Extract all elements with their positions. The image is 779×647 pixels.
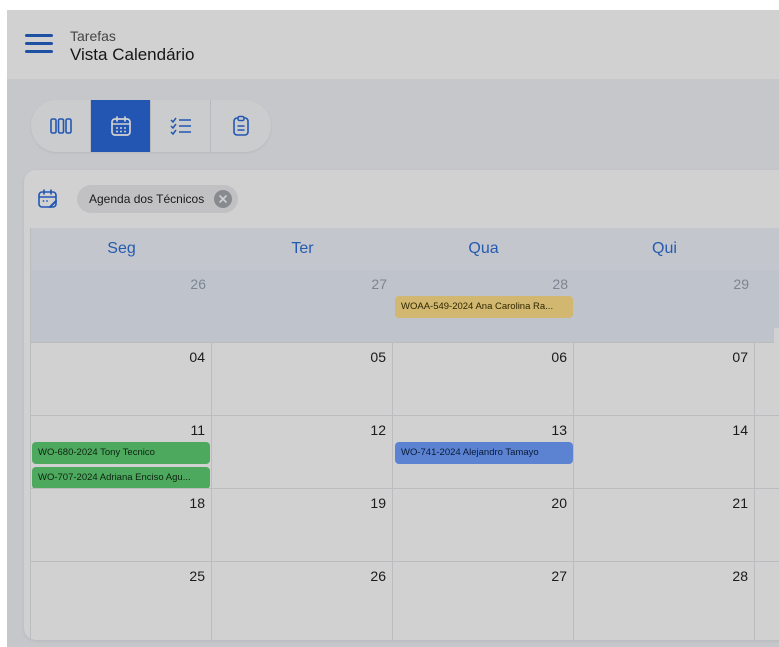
weekday-header: Qui [652,240,677,257]
day-cell[interactable]: 07 [574,343,755,415]
clipboard-icon [233,115,249,136]
date-number: 05 [370,349,386,365]
day-cell[interactable]: 14 [574,416,755,488]
checklist-view-button[interactable] [151,100,211,152]
checklist-icon [169,117,191,136]
board-view-button[interactable] [31,100,91,152]
day-cell[interactable]: 27 [212,270,393,342]
date-number: 29 [733,276,749,292]
date-number: 14 [732,422,748,438]
app-window: Tarefas Vista Calendário Agenda dos Técn… [7,10,779,647]
view-toggle-toolbar [31,100,271,152]
hamburger-menu-icon[interactable] [25,32,53,56]
calendar-icon [110,116,131,136]
weekday-header: Qua [468,240,499,257]
page-title: Vista Calendário [70,45,195,64]
week-row: 26 27 28 29 WOAA-549-2024 Ana Carolina R… [31,270,779,342]
date-number: 27 [551,568,567,584]
day-cell[interactable]: 26 [31,270,212,342]
week-row: 18 19 20 21 [31,488,779,561]
date-number: 20 [551,495,567,511]
date-number: 28 [732,568,748,584]
date-number: 12 [370,422,386,438]
day-cell[interactable]: 19 [212,489,393,561]
date-number: 11 [190,422,205,438]
week-row: 25 26 27 28 [31,561,779,640]
day-cell[interactable]: 20 [393,489,574,561]
date-number: 07 [732,349,748,365]
day-cell[interactable]: 27 [393,562,574,640]
date-number: 06 [551,349,567,365]
calendar-month-grid: Seg Ter Qua Qui 26 27 28 29 WOAA-549-202… [30,228,779,640]
date-number: 28 [552,276,568,292]
calendar-event[interactable]: WO-741-2024 Alejandro Tamayo [395,442,573,464]
calendar-event[interactable]: WO-707-2024 Adriana Enciso Agu... [32,467,210,489]
day-cell[interactable]: 25 [31,562,212,640]
weekday-header: Seg [107,240,136,257]
day-cell[interactable]: 12 [212,416,393,488]
date-number: 26 [370,568,386,584]
date-number: 19 [370,495,386,511]
date-number: 04 [189,349,205,365]
calendar-view-button[interactable] [91,100,151,152]
date-number: 25 [189,568,205,584]
date-number: 21 [732,495,748,511]
filter-chip-agenda[interactable]: Agenda dos Técnicos [77,185,239,213]
calendar-event[interactable]: WO-680-2024 Tony Tecnico [32,442,210,464]
week-row: 04 05 06 07 [31,342,779,415]
next-column-edge [774,328,779,398]
day-cell[interactable]: 04 [31,343,212,415]
calendar-event[interactable]: WOAA-549-2024 Ana Carolina Ra... [395,296,573,318]
date-number: 26 [190,276,206,292]
page-subtitle: Tarefas [70,28,116,44]
close-icon[interactable] [214,190,233,208]
date-number: 27 [371,276,387,292]
calendar-card: Agenda dos Técnicos Seg Ter Qua Qui 26 2… [24,170,779,640]
day-cell[interactable]: 21 [574,489,755,561]
clipboard-view-button[interactable] [211,100,271,152]
day-cell[interactable]: 28 [574,562,755,640]
calendar-filter-bar: Agenda dos Técnicos [24,170,779,228]
week-row: 11 12 13 14 WO-680-2024 Tony Tecnico WO-… [31,415,779,489]
calendar-edit-icon[interactable] [37,188,59,215]
app-header: Tarefas Vista Calendário [7,10,779,79]
filter-chip-label: Agenda dos Técnicos [89,192,205,206]
day-cell[interactable]: 26 [212,562,393,640]
day-cell[interactable]: 06 [393,343,574,415]
day-cell[interactable]: 29 [574,270,755,342]
columns-icon [49,118,72,134]
weekday-header-row: Seg Ter Qua Qui [31,228,779,270]
date-number: 13 [551,422,567,438]
day-cell[interactable]: 18 [31,489,212,561]
day-cell[interactable]: 05 [212,343,393,415]
date-number: 18 [189,495,205,511]
weekday-header: Ter [291,240,314,257]
